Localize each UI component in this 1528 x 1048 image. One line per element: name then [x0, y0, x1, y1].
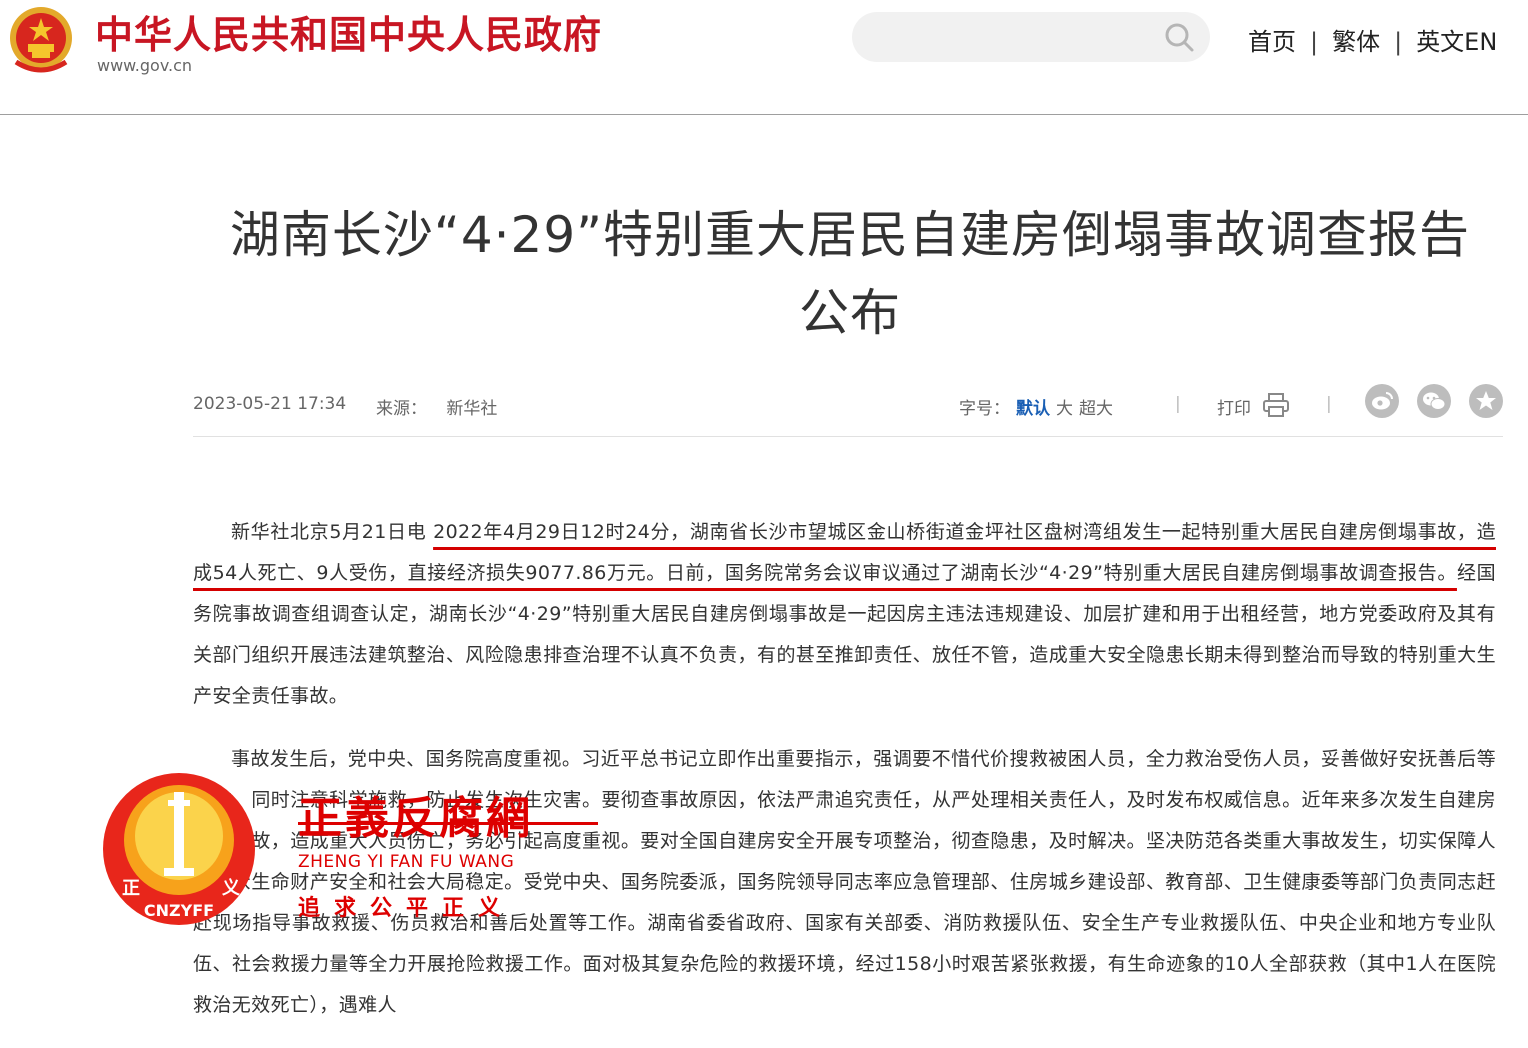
watermark-slogan: 追求公平正义: [298, 896, 515, 921]
article-title-line1: 湖南长沙“4·29”特别重大居民自建房倒塌事故调查报告: [229, 206, 1471, 264]
favorite-icon[interactable]: [1469, 384, 1503, 418]
article-title-line2: 公布: [799, 284, 901, 342]
meta-divider: |: [1175, 394, 1181, 414]
nav-english-link[interactable]: 英文EN: [1416, 28, 1497, 56]
search-icon[interactable]: [1164, 22, 1196, 54]
badge-text: CNZYFF: [144, 901, 214, 920]
print-button[interactable]: 打印: [1217, 390, 1290, 419]
font-size-default-option[interactable]: 默认: [1016, 399, 1050, 419]
site-header: 中华人民共和国中央人民政府 www.gov.cn 首页 | 繁体 | 英文EN: [0, 0, 1528, 115]
nav-separator: |: [1310, 28, 1319, 56]
nav-home-link[interactable]: 首页: [1248, 28, 1296, 56]
font-size-switcher: 字号： 默认大超大: [959, 394, 1113, 419]
meta-divider: |: [1326, 394, 1332, 414]
watermark-badge-icon: CNZYFF 正 义: [103, 773, 255, 925]
wechat-icon[interactable]: [1417, 384, 1451, 418]
weibo-icon[interactable]: [1365, 384, 1399, 418]
dateline: 新华社北京5月21日电: [231, 521, 434, 543]
site-url[interactable]: www.gov.cn: [97, 56, 192, 75]
watermark-overlay: CNZYFF 正 义 正義反腐網 ZHENG YI FAN FU WANG 追求…: [100, 770, 598, 945]
publish-date: 2023-05-21 17:34: [193, 394, 347, 414]
print-label: 打印: [1217, 399, 1251, 419]
top-nav: 首页 | 繁体 | 英文EN: [1248, 22, 1497, 57]
search-input[interactable]: [852, 12, 1186, 62]
watermark-strike-line: [298, 822, 598, 825]
article-source: 来源： 新华社: [376, 394, 497, 419]
font-size-xlarge-option[interactable]: 超大: [1079, 399, 1113, 419]
site-title[interactable]: 中华人民共和国中央人民政府: [95, 4, 602, 59]
article-title: 湖南长沙“4·29”特别重大居民自建房倒塌事故调查报告 公布: [180, 196, 1520, 352]
font-size-large-option[interactable]: 大: [1056, 399, 1073, 419]
national-emblem-icon[interactable]: [6, 4, 76, 76]
printer-icon: [1263, 393, 1290, 417]
search-box: [852, 12, 1210, 62]
nav-separator: |: [1394, 28, 1403, 56]
badge-right-text: 义: [222, 877, 240, 899]
watermark-name: 正義反腐網: [298, 793, 533, 844]
source-value: 新华社: [446, 399, 498, 419]
font-size-label: 字号：: [959, 399, 1010, 419]
nav-traditional-link[interactable]: 繁体: [1332, 28, 1380, 56]
badge-left-text: 正: [122, 878, 140, 899]
source-label: 来源：: [376, 399, 427, 419]
article-paragraph-1: 新华社北京5月21日电 2022年4月29日12时24分，湖南省长沙市望城区金山…: [193, 512, 1496, 717]
article-meta-bar: 2023-05-21 17:34 来源： 新华社 字号： 默认大超大 | 打印 |: [193, 382, 1503, 437]
watermark-pinyin: ZHENG YI FAN FU WANG: [298, 852, 515, 872]
